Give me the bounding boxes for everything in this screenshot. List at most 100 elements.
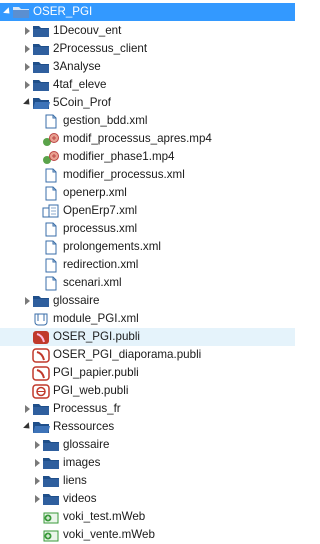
tree-item-label: scenari.xml bbox=[63, 276, 122, 289]
publication-outline-icon bbox=[32, 347, 50, 363]
module-file-icon bbox=[32, 311, 50, 327]
folder-icon bbox=[32, 23, 50, 39]
file-icon bbox=[42, 257, 60, 273]
tree-item-liens[interactable]: liens bbox=[0, 472, 295, 490]
chevron-right-icon bbox=[24, 81, 30, 89]
expand-toggle[interactable] bbox=[32, 454, 42, 472]
tree-item-glossaire[interactable]: glossaire bbox=[0, 292, 295, 310]
tree-item-label: 2Processus_client bbox=[53, 42, 148, 55]
tree-item-label: 3Analyse bbox=[53, 60, 101, 73]
folder-open-icon bbox=[12, 4, 30, 20]
tree-item-processus-fr[interactable]: Processus_fr bbox=[0, 400, 295, 418]
expand-toggle[interactable] bbox=[22, 400, 32, 418]
chevron-right-icon bbox=[34, 441, 40, 449]
tree-item-label: voki_test.mWeb bbox=[63, 510, 146, 523]
tree-item-label: 4taf_eleve bbox=[53, 78, 107, 91]
tree-item-voki-test-mweb[interactable]: voki_test.mWeb bbox=[0, 508, 295, 526]
chevron-right-icon bbox=[34, 459, 40, 467]
tree-item-3analyse[interactable]: 3Analyse bbox=[0, 58, 295, 76]
tree-item-pgi-web-publi[interactable]: PGI_web.publi bbox=[0, 382, 295, 400]
expand-toggle[interactable] bbox=[22, 40, 32, 58]
tree-item-modifier-processus-xml[interactable]: modifier_processus.xml bbox=[0, 166, 295, 184]
tree-item-label: images bbox=[63, 456, 101, 469]
expand-toggle[interactable] bbox=[22, 94, 33, 112]
folder-icon bbox=[42, 437, 60, 453]
expand-toggle[interactable] bbox=[22, 418, 33, 436]
media-file-icon bbox=[42, 131, 60, 147]
tree-item-label: prolongements.xml bbox=[63, 240, 161, 253]
chevron-right-icon bbox=[24, 297, 30, 305]
publication-web-icon bbox=[32, 383, 50, 399]
chevron-down-icon bbox=[3, 6, 13, 16]
tree-item-modifier-phase1-mp4[interactable]: modifier_phase1.mp4 bbox=[0, 148, 295, 166]
publication-icon bbox=[32, 329, 50, 345]
expand-toggle[interactable] bbox=[2, 3, 13, 21]
expand-toggle[interactable] bbox=[22, 292, 32, 310]
folder-open-icon bbox=[32, 95, 50, 111]
folder-icon bbox=[32, 59, 50, 75]
tree-item-videos[interactable]: videos bbox=[0, 490, 295, 508]
chevron-right-icon bbox=[24, 63, 30, 71]
linked-file-icon bbox=[42, 203, 60, 219]
tree-item-label: modifier_phase1.mp4 bbox=[63, 150, 175, 163]
expand-toggle[interactable] bbox=[32, 472, 42, 490]
tree-item-label: PGI_web.publi bbox=[53, 384, 129, 397]
tree-item-label: Processus_fr bbox=[53, 402, 121, 415]
tree-root-label: OSER_PGI bbox=[33, 5, 93, 18]
tree-item-gestion-bdd-xml[interactable]: gestion_bdd.xml bbox=[0, 112, 295, 130]
tree-item-1decouv-ent[interactable]: 1Decouv_ent bbox=[0, 22, 295, 40]
tree-item-prolongements-xml[interactable]: prolongements.xml bbox=[0, 238, 295, 256]
expand-toggle[interactable] bbox=[32, 490, 42, 508]
tree-item-2processus-client[interactable]: 2Processus_client bbox=[0, 40, 295, 58]
tree-item-label: PGI_papier.publi bbox=[53, 366, 139, 379]
expand-toggle[interactable] bbox=[32, 436, 42, 454]
tree-item-openerp7-xml[interactable]: OpenErp7.xml bbox=[0, 202, 295, 220]
folder-icon bbox=[32, 293, 50, 309]
tree-item-label: glossaire bbox=[53, 294, 100, 307]
chevron-right-icon bbox=[24, 405, 30, 413]
tree-item-label: liens bbox=[63, 474, 87, 487]
media-file-icon bbox=[42, 149, 60, 165]
tree-item-4taf-eleve[interactable]: 4taf_eleve bbox=[0, 76, 295, 94]
tree-item-ressources-glossaire[interactable]: glossaire bbox=[0, 436, 295, 454]
tree-item-ressources[interactable]: Ressources bbox=[0, 418, 295, 436]
tree-item-images[interactable]: images bbox=[0, 454, 295, 472]
tree-item-label: OSER_PGI.publi bbox=[53, 330, 140, 343]
tree-item-label: redirection.xml bbox=[63, 258, 139, 271]
tree-item-voki-vente-mweb[interactable]: voki_vente.mWeb bbox=[0, 526, 295, 544]
tree-item-modif-processus-apres-mp4[interactable]: modif_processus_apres.mp4 bbox=[0, 130, 295, 148]
tree-item-oser-pgi-diaporama-publi[interactable]: OSER_PGI_diaporama.publi bbox=[0, 346, 295, 364]
tree-item-scenari-xml[interactable]: scenari.xml bbox=[0, 274, 295, 292]
tree-item-label: 5Coin_Prof bbox=[53, 96, 112, 109]
web-link-icon bbox=[42, 509, 60, 525]
tree-item-label: OpenErp7.xml bbox=[63, 204, 138, 217]
tree-item-redirection-xml[interactable]: redirection.xml bbox=[0, 256, 295, 274]
chevron-down-icon bbox=[23, 421, 33, 431]
tree-item-module-pgi-xml[interactable]: module_PGI.xml bbox=[0, 310, 295, 328]
file-icon bbox=[42, 275, 60, 291]
tree-item-label: modif_processus_apres.mp4 bbox=[63, 132, 212, 145]
file-icon bbox=[42, 185, 60, 201]
chevron-right-icon bbox=[34, 495, 40, 503]
tree-item-openerp-xml[interactable]: openerp.xml bbox=[0, 184, 295, 202]
tree-item-5coin-prof[interactable]: 5Coin_Prof bbox=[0, 94, 295, 112]
tree-item-processus-xml[interactable]: processus.xml bbox=[0, 220, 295, 238]
tree-item-label: processus.xml bbox=[63, 222, 138, 235]
chevron-right-icon bbox=[34, 477, 40, 485]
tree-root-oser-pgi[interactable]: OSER_PGI bbox=[0, 3, 295, 21]
folder-open-icon bbox=[32, 419, 50, 435]
tree-item-oser-pgi-publi[interactable]: OSER_PGI.publi bbox=[0, 328, 295, 346]
folder-icon bbox=[32, 41, 50, 57]
tree-item-label: 1Decouv_ent bbox=[53, 24, 122, 37]
expand-toggle[interactable] bbox=[22, 22, 32, 40]
expand-toggle[interactable] bbox=[22, 58, 32, 76]
tree-item-label: openerp.xml bbox=[63, 186, 127, 199]
tree-item-label: module_PGI.xml bbox=[53, 312, 139, 325]
folder-icon bbox=[42, 473, 60, 489]
tree-item-label: OSER_PGI_diaporama.publi bbox=[53, 348, 202, 361]
file-tree: OSER_PGI 1Decouv_ent 2Processus_client 3… bbox=[0, 0, 295, 541]
tree-item-pgi-papier-publi[interactable]: PGI_papier.publi bbox=[0, 364, 295, 382]
tree-item-label: videos bbox=[63, 492, 97, 505]
expand-toggle[interactable] bbox=[22, 76, 32, 94]
tree-item-label: glossaire bbox=[63, 438, 110, 451]
